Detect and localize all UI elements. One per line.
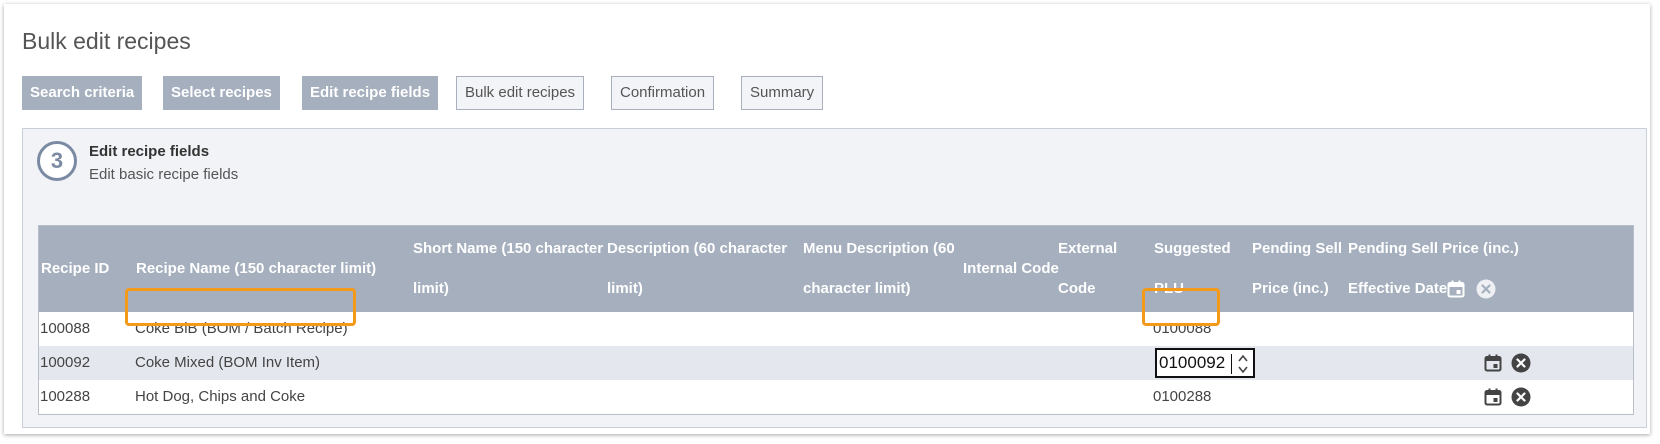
step-select-recipes[interactable]: Select recipes: [163, 76, 280, 110]
section-subtitle: Edit basic recipe fields: [89, 166, 239, 183]
section-title: Edit recipe fields: [89, 143, 210, 160]
col-external-code: External Code: [1058, 240, 1118, 297]
col-recipe-name: Recipe Name (150 character limit): [136, 260, 377, 277]
step-bulk-edit-recipes[interactable]: Bulk edit recipes: [456, 76, 585, 110]
recipe-id: 100288: [40, 388, 91, 405]
number-spinner-icon[interactable]: [1237, 353, 1249, 375]
recipe-name: Coke Mixed (BOM Inv Item): [135, 354, 321, 371]
page-title: Bulk edit recipes: [22, 28, 191, 54]
clear-icon[interactable]: [1511, 353, 1531, 373]
table-row[interactable]: 100288 Hot Dog, Chips and Coke 0100288: [39, 380, 1633, 414]
col-short-name: Short Name (150 character limit): [413, 240, 604, 297]
edit-fields-panel: 3 Edit recipe fields Edit basic recipe f…: [22, 128, 1647, 428]
col-recipe-id: Recipe ID: [41, 260, 110, 277]
calendar-icon[interactable]: [1484, 354, 1502, 372]
col-suggested-plu: Suggested PLU: [1154, 240, 1231, 297]
recipe-name: Coke BiB (BOM / Batch Recipe): [135, 320, 348, 337]
recipe-fields-table: Recipe ID Recipe Name (150 character lim…: [38, 225, 1634, 415]
step-search-criteria[interactable]: Search criteria: [22, 76, 143, 110]
step-summary[interactable]: Summary: [741, 76, 824, 110]
calendar-icon[interactable]: [1484, 388, 1502, 406]
col-pending-sell-price: Pending Sell Price (inc.): [1252, 240, 1343, 297]
step-edit-recipe-fields[interactable]: Edit recipe fields: [302, 76, 439, 110]
table-header: Recipe ID Recipe Name (150 character lim…: [39, 226, 1633, 312]
col-menu-description: Menu Description (60 character limit): [803, 240, 955, 297]
header-clear-icon[interactable]: [1476, 279, 1496, 299]
recipe-id: 100092: [40, 354, 91, 371]
step-number-badge: 3: [37, 141, 77, 181]
recipe-name: Hot Dog, Chips and Coke: [135, 388, 306, 405]
col-internal-code: Internal Code: [963, 260, 1059, 277]
clear-icon[interactable]: [1511, 387, 1531, 407]
bulk-edit-window: Bulk edit recipes Search criteria Select…: [4, 4, 1650, 434]
suggested-plu[interactable]: 0100088: [1153, 312, 1211, 346]
plu-input-value: 0100092: [1159, 353, 1226, 372]
header-calendar-icon[interactable]: [1447, 280, 1465, 298]
suggested-plu[interactable]: 0100288: [1153, 380, 1211, 414]
step-confirmation[interactable]: Confirmation: [611, 76, 715, 110]
table-row[interactable]: 100092 Coke Mixed (BOM Inv Item) 0100092: [39, 346, 1633, 380]
col-description: Description (60 character limit): [607, 240, 788, 297]
suggested-plu-input[interactable]: 0100092: [1155, 348, 1255, 378]
col-effective-date: Pending Sell Price (inc.) Effective Date: [1348, 240, 1519, 297]
table-row[interactable]: 100088 Coke BiB (BOM / Batch Recipe) 010…: [39, 312, 1633, 346]
recipe-id: 100088: [40, 320, 91, 337]
text-caret: [1231, 354, 1232, 374]
